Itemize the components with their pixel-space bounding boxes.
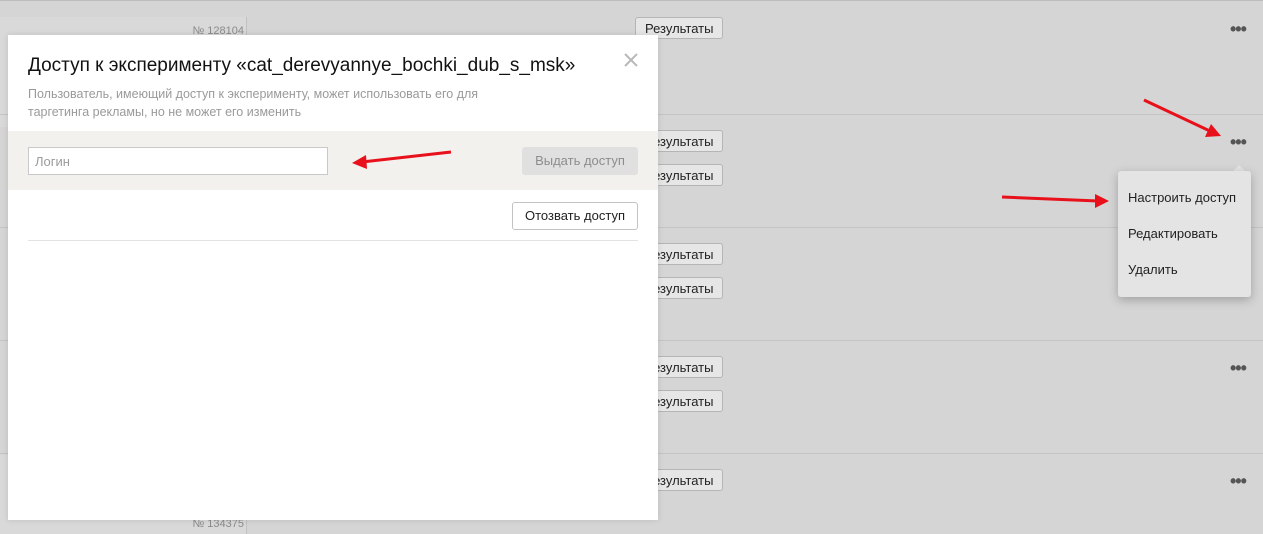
- menu-item-edit[interactable]: Редактировать: [1128, 226, 1218, 241]
- menu-item-delete[interactable]: Удалить: [1128, 262, 1178, 277]
- more-dots-icon[interactable]: •••: [1230, 359, 1247, 377]
- modal-description: Пользователь, имеющий доступ к экспериме…: [28, 87, 479, 119]
- more-dots-icon[interactable]: •••: [1230, 133, 1247, 151]
- modal-title: Доступ к эксперименту «cat_derevyannye_b…: [28, 55, 576, 76]
- more-dots-icon[interactable]: •••: [1230, 20, 1247, 38]
- more-dots-icon[interactable]: •••: [1230, 472, 1247, 490]
- close-icon[interactable]: [622, 52, 640, 70]
- grant-access-button[interactable]: Выдать доступ: [522, 147, 638, 175]
- modal-divider: [28, 240, 638, 241]
- actions-menu: Настроить доступ Редактировать Удалить: [1118, 171, 1251, 297]
- close-icon-glyph: [624, 53, 638, 67]
- revoke-access-button[interactable]: Отозвать доступ: [512, 202, 638, 230]
- menu-item-configure-access[interactable]: Настроить доступ: [1128, 190, 1236, 205]
- login-input[interactable]: [28, 147, 328, 175]
- access-modal: Доступ к эксперименту «cat_derevyannye_b…: [8, 35, 658, 520]
- top-divider: [0, 0, 1263, 1]
- grant-access-panel: Выдать доступ: [8, 131, 658, 190]
